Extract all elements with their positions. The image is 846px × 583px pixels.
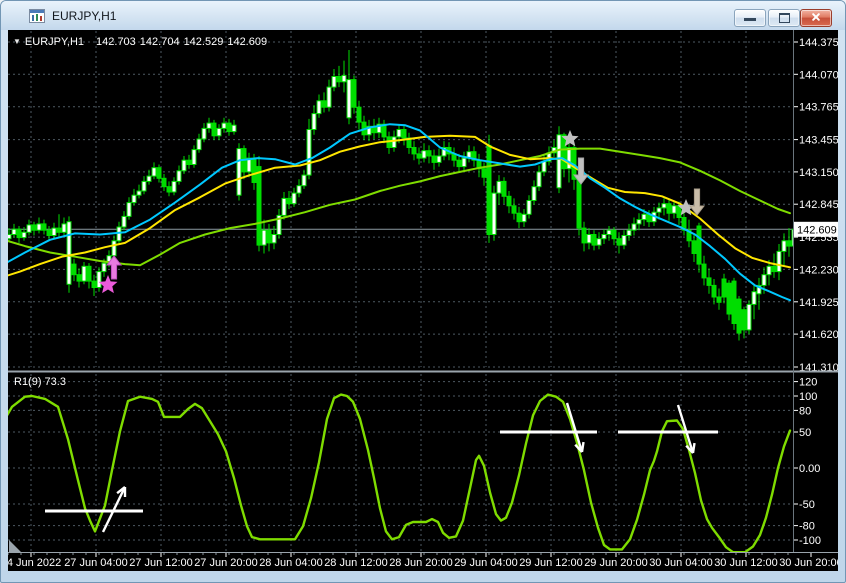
svg-text:24 Jun 2022: 24 Jun 2022: [8, 557, 61, 569]
svg-text:50: 50: [799, 427, 811, 439]
grid-lines: [8, 31, 793, 552]
svg-text:143.765: 143.765: [799, 102, 838, 114]
current-price-value: 142.609: [797, 224, 837, 236]
symbol-label: EURJPY,H1: [24, 36, 85, 48]
svg-text:143.455: 143.455: [799, 135, 838, 147]
window-titlebar[interactable]: EURJPY,H1: [1, 1, 845, 30]
svg-text:30 Jun 20:00: 30 Jun 20:00: [779, 557, 838, 569]
chart-header: ▼ EURJPY,H1 142.703 142.704 142.529 142.609: [13, 36, 267, 48]
symbol-dropdown-toggle[interactable]: ▼: [13, 37, 21, 46]
white-arrow-down-2[interactable]: [676, 404, 695, 454]
svg-text:28 Jun 04:00: 28 Jun 04:00: [259, 557, 323, 569]
chart-window-icon: [29, 8, 45, 23]
candlestick-series: [8, 50, 793, 341]
signal-markers: [98, 130, 706, 294]
indicator-scale[interactable]: 120 100 80 50 0.00 -50 -80 -100: [793, 377, 821, 547]
chart-canvas[interactable]: 144.375 144.070 143.765 143.455 143.150 142.8…: [8, 30, 838, 571]
chart-area: 144.375 144.070 143.765 143.455 143.150 142.8…: [8, 30, 838, 571]
svg-text:144.070: 144.070: [799, 69, 838, 81]
svg-text:29 Jun 12:00: 29 Jun 12:00: [519, 557, 583, 569]
svg-text:27 Jun 20:00: 27 Jun 20:00: [194, 557, 258, 569]
time-scale[interactable]: 24 Jun 202227 Jun 04:0027 Jun 12:0027 Ju…: [8, 553, 838, 569]
svg-text:29 Jun 20:00: 29 Jun 20:00: [584, 557, 648, 569]
low-value: 142.529: [183, 36, 224, 48]
window-title: EURJPY,H1: [52, 8, 117, 23]
open-value: 142.703: [96, 36, 136, 48]
svg-text:142.230: 142.230: [799, 264, 838, 276]
svg-text:100: 100: [799, 391, 817, 403]
price-scale[interactable]: 144.375 144.070 143.765 143.455 143.150 142.8…: [793, 37, 838, 374]
svg-text:-50: -50: [799, 499, 815, 511]
close-icon: [810, 11, 822, 23]
svg-text:0.00: 0.00: [799, 463, 820, 475]
indicator-line: [8, 393, 792, 552]
close-value: 142.609: [227, 36, 268, 48]
restore-icon: [778, 13, 790, 23]
svg-text:80: 80: [799, 405, 811, 417]
svg-text:-100: -100: [799, 535, 821, 547]
svg-text:27 Jun 12:00: 27 Jun 12:00: [129, 557, 193, 569]
svg-text:142.845: 142.845: [799, 199, 838, 211]
indicator-label: R1(9) 73.3: [14, 376, 66, 388]
svg-text:29 Jun 04:00: 29 Jun 04:00: [454, 557, 518, 569]
sell-signal-arrow-2: [688, 188, 706, 216]
restore-button[interactable]: [768, 9, 800, 27]
svg-text:144.375: 144.375: [799, 37, 838, 49]
svg-text:28 Jun 12:00: 28 Jun 12:00: [324, 557, 388, 569]
svg-text:27 Jun 04:00: 27 Jun 04:00: [64, 557, 128, 569]
svg-text:120: 120: [799, 377, 817, 389]
high-value: 142.704: [139, 36, 180, 48]
svg-text:-80: -80: [799, 521, 815, 533]
minimize-button[interactable]: [734, 9, 766, 27]
svg-text:28 Jun 20:00: 28 Jun 20:00: [389, 557, 453, 569]
application-window: EURJPY,H1 144.375 144.070 143.765 143.455 14…: [0, 0, 846, 583]
svg-text:141.620: 141.620: [799, 329, 838, 341]
minimize-icon: [744, 18, 756, 21]
svg-text:30 Jun 04:00: 30 Jun 04:00: [649, 557, 713, 569]
svg-text:143.150: 143.150: [799, 167, 838, 179]
close-button[interactable]: [800, 9, 832, 27]
svg-text:30 Jun 12:00: 30 Jun 12:00: [714, 557, 778, 569]
svg-text:141.925: 141.925: [799, 297, 838, 309]
subwindow-resize-grip[interactable]: [9, 540, 21, 552]
